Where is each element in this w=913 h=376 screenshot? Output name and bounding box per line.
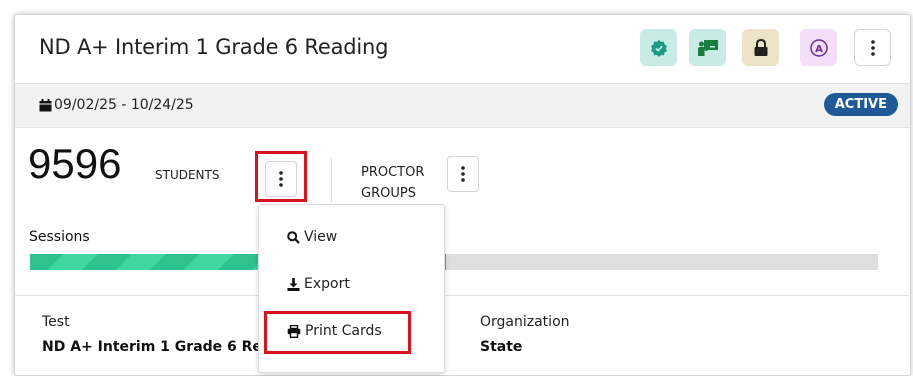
assessment-card: ND A+ Interim 1 Grade 6 Reading A 09/02/… <box>14 14 911 376</box>
download-icon <box>287 277 300 291</box>
menu-item-view[interactable]: View <box>287 229 337 245</box>
status-badge: ACTIVE <box>823 93 898 116</box>
svg-text:A: A <box>815 44 823 55</box>
verified-badge-icon <box>650 39 667 57</box>
accessibility-a-icon: A <box>809 38 828 57</box>
more-vertical-icon <box>461 166 465 182</box>
date-range-text: 09/02/25 - 10/24/25 <box>54 97 194 113</box>
organization-value: State <box>480 339 523 355</box>
proctor-more-button[interactable] <box>447 156 479 192</box>
students-more-highlight <box>255 151 307 202</box>
test-value: ND A+ Interim 1 Grade 6 Reading <box>42 339 260 355</box>
menu-item-view-label: View <box>304 229 338 245</box>
organization-label: Organization <box>480 314 570 330</box>
search-icon <box>287 230 300 244</box>
section-divider <box>14 295 909 296</box>
test-label: Test <box>42 314 70 330</box>
proctor-line-2: GROUPS <box>361 186 416 201</box>
sessions-label: Sessions <box>29 229 90 245</box>
page-title: ND A+ Interim 1 Grade 6 Reading <box>39 35 389 59</box>
divider <box>331 157 332 202</box>
date-bar: 09/02/25 - 10/24/25 ACTIVE <box>15 84 910 128</box>
calendar-icon <box>39 98 52 111</box>
student-count: 9596 <box>28 140 122 187</box>
teacher-board-icon <box>697 39 718 56</box>
teacher-board-button[interactable] <box>689 29 726 66</box>
lock-button[interactable] <box>742 29 779 66</box>
sessions-progress-bar <box>30 254 878 270</box>
date-range: 09/02/25 - 10/24/25 <box>39 97 194 113</box>
proctor-line-1: PROCTOR <box>361 165 425 180</box>
proctor-groups-label: PROCTOR GROUPS <box>361 162 424 204</box>
print-cards-highlight <box>264 311 411 354</box>
menu-item-export-label: Export <box>304 276 350 292</box>
lock-icon <box>754 38 767 56</box>
accessibility-button[interactable]: A <box>800 29 837 66</box>
more-vertical-icon <box>870 39 875 56</box>
card-header: ND A+ Interim 1 Grade 6 Reading A <box>15 15 910 84</box>
students-label: STUDENTS <box>155 168 220 182</box>
menu-item-export[interactable]: Export <box>287 276 350 292</box>
verified-badge-button[interactable] <box>640 29 677 66</box>
header-more-button[interactable] <box>854 29 891 66</box>
